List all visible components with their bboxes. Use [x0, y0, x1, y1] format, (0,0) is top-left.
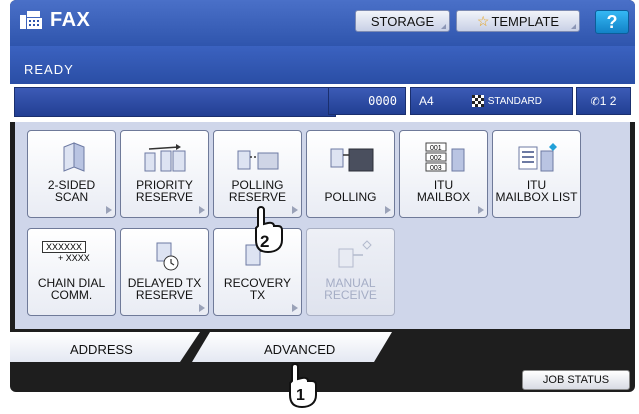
arrow-icon: [199, 304, 205, 312]
help-button[interactable]: ?: [595, 10, 629, 34]
function-grid: 2-SIDED SCAN PRIORITY RESERVE POLLING RE…: [15, 122, 630, 329]
svg-text:002: 002: [430, 155, 442, 162]
button-label: MANUAL RECEIVE: [324, 276, 377, 302]
polling-reserve-icon: [237, 150, 279, 170]
page-counter-value: 0000: [368, 94, 397, 108]
arrow-icon: [385, 206, 391, 214]
storage-button[interactable]: STORAGE: [355, 10, 450, 32]
itu-mailbox-list-button[interactable]: ITU MAILBOX LIST: [492, 130, 581, 218]
callout-number-1: 1: [296, 387, 305, 404]
corner-indicator-icon: [571, 24, 576, 29]
svg-text:003: 003: [430, 165, 442, 172]
itu-mailbox-button[interactable]: 001 002 003 ITU MAILBOX: [399, 130, 488, 218]
template-button[interactable]: ☆ TEMPLATE: [456, 10, 580, 32]
title-bar: FAX STORAGE ☆ TEMPLATE ?: [10, 0, 635, 46]
resolution-icon: [471, 95, 484, 107]
pointing-hand-callout-2: 2: [248, 204, 288, 256]
arrow-icon: [199, 206, 205, 214]
pointing-hand-callout-1: 1: [282, 363, 322, 409]
chain-dial-icon-top: XXXXXX: [42, 241, 86, 253]
info-bar: 0000 A4 STANDARD ✆ 1 2: [10, 84, 635, 122]
help-label: ?: [606, 11, 618, 32]
status-text: READY: [24, 62, 74, 77]
scan-settings-display: A4 STANDARD: [410, 87, 573, 115]
arrow-icon: [292, 304, 298, 312]
status-bar: READY: [10, 46, 635, 84]
delayed-tx-reserve-button[interactable]: DELAYED TX RESERVE: [120, 228, 209, 316]
storage-label: STORAGE: [370, 13, 435, 29]
polling-icon: [330, 148, 374, 172]
resolution-label: STANDARD: [487, 95, 542, 107]
two-sided-scan-button[interactable]: 2-SIDED SCAN: [27, 130, 116, 218]
delayed-clock-icon: [156, 242, 179, 271]
phone-icon: ✆: [590, 95, 600, 108]
line-indicator: ✆ 1 2: [576, 87, 631, 115]
button-label: ITU MAILBOX: [416, 178, 471, 204]
button-label: POLLING: [324, 190, 377, 204]
job-status-label: JOB STATUS: [542, 374, 610, 386]
page-counter: 0000: [328, 87, 406, 115]
tab-advanced[interactable]: ADVANCED: [192, 332, 392, 362]
mailbox-icon: 001 002 003: [425, 142, 465, 172]
tab-address-label: ADDRESS: [70, 342, 133, 357]
polling-button[interactable]: POLLING: [306, 130, 395, 218]
job-status-button[interactable]: JOB STATUS: [522, 370, 630, 390]
paper-size: A4: [419, 94, 434, 108]
page-title: FAX: [50, 9, 91, 31]
arrow-icon: [478, 206, 484, 214]
template-label: TEMPLATE: [491, 13, 560, 29]
button-label: RECOVERY TX: [223, 276, 292, 302]
callout-number-2: 2: [260, 232, 270, 251]
button-label: POLLING RESERVE: [228, 178, 287, 204]
arrow-icon: [292, 206, 298, 214]
destination-display: [14, 87, 336, 117]
line-numbers: 1 2: [599, 94, 617, 108]
button-label: CHAIN DIAL COMM.: [37, 276, 106, 302]
arrow-icon: [106, 206, 112, 214]
mailbox-list-icon: [518, 143, 557, 172]
fax-panel: FAX STORAGE ☆ TEMPLATE ? READY 0000 A4 S…: [10, 0, 635, 392]
button-label: DELAYED TX RESERVE: [127, 276, 202, 302]
tab-advanced-label: ADVANCED: [264, 342, 336, 357]
button-label: 2-SIDED SCAN: [47, 178, 96, 204]
fax-machine-icon: [20, 11, 42, 29]
manual-receive-icon: [338, 240, 372, 268]
priority-queue-icon: [144, 144, 186, 172]
star-icon: ☆: [476, 12, 490, 29]
chain-dial-icon: XXXXXX + XXXX: [42, 241, 102, 271]
duplex-page-icon: [63, 142, 85, 172]
manual-receive-button: MANUAL RECEIVE: [306, 228, 395, 316]
chain-dial-comm-button[interactable]: XXXXXX + XXXX CHAIN DIAL COMM.: [27, 228, 116, 316]
corner-indicator-icon: [441, 24, 446, 29]
chain-dial-icon-bottom: + XXXX: [58, 253, 90, 263]
priority-reserve-button[interactable]: PRIORITY RESERVE: [120, 130, 209, 218]
svg-text:001: 001: [430, 145, 442, 152]
tab-bar: ADDRESS ADVANCED: [10, 332, 635, 364]
button-label: PRIORITY RESERVE: [135, 178, 194, 204]
tab-address[interactable]: ADDRESS: [10, 332, 200, 362]
button-label: ITU MAILBOX LIST: [495, 178, 578, 204]
